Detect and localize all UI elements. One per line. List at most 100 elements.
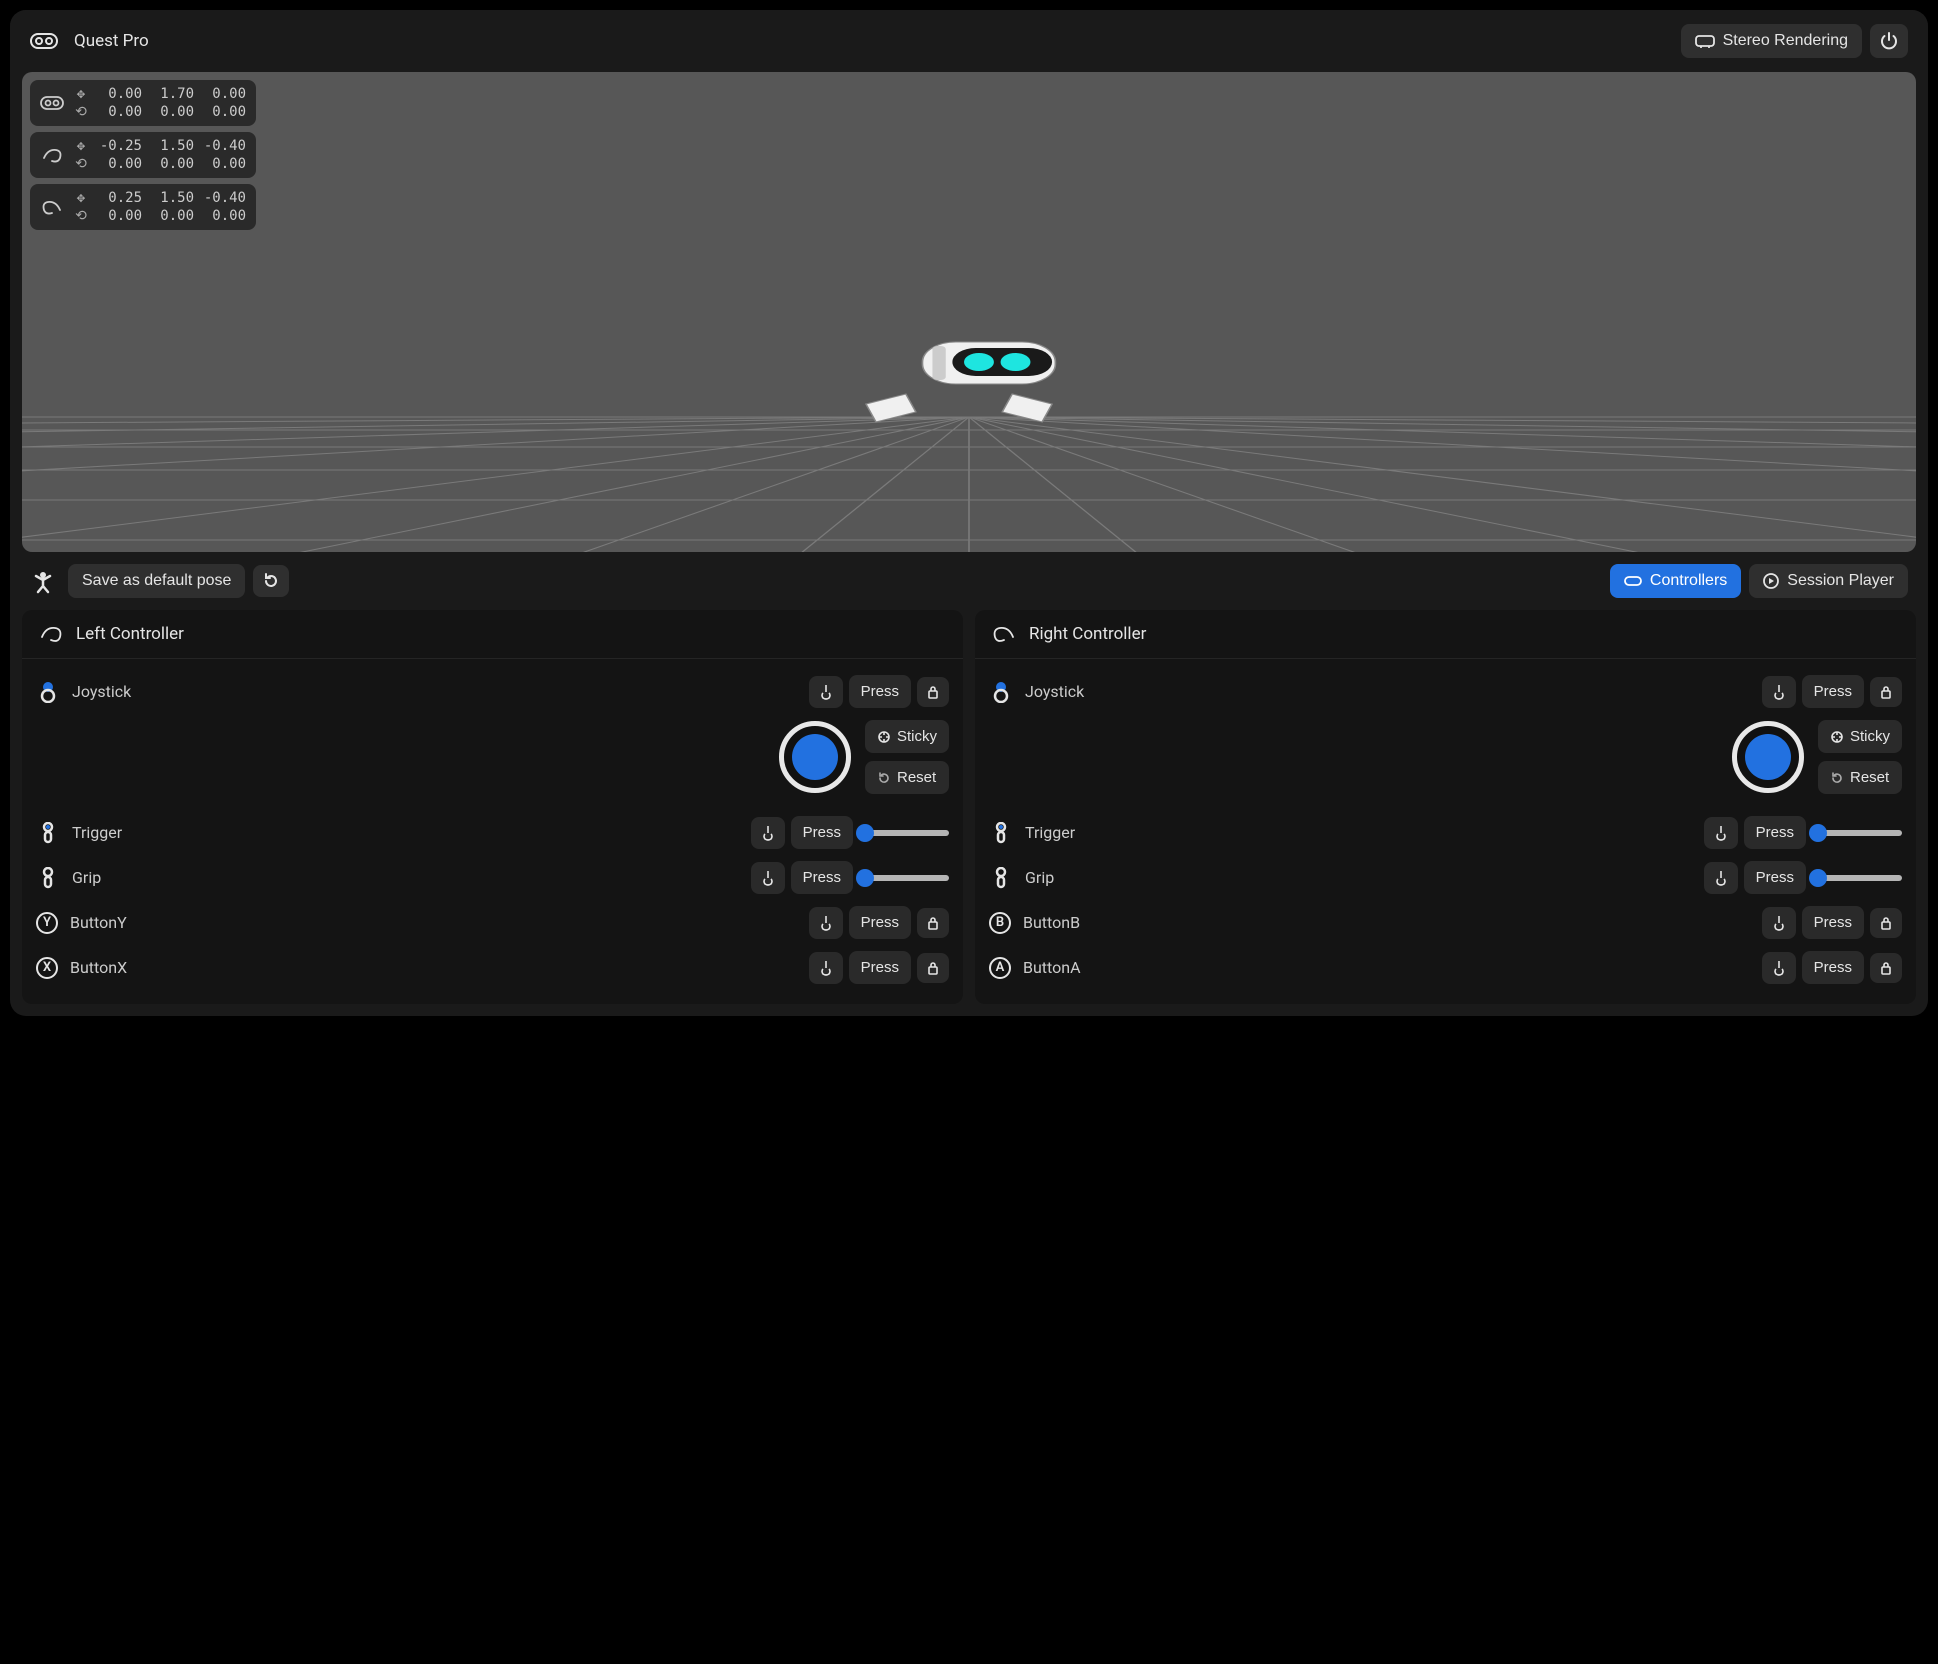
reset-icon <box>877 771 891 785</box>
overlay-right-controller[interactable]: ✥ 0.25 1.50 -0.40 ⟲ 0.00 0.00 0.00 <box>30 184 256 230</box>
touch-toggle-button[interactable] <box>809 952 843 984</box>
press-button[interactable]: Press <box>1802 906 1864 939</box>
trigger-slider[interactable] <box>1812 830 1902 836</box>
left-controller-icon <box>38 624 64 644</box>
panel-title: Left Controller <box>76 624 184 644</box>
power-icon <box>1880 32 1898 50</box>
touch-icon <box>1772 915 1786 931</box>
touch-icon <box>819 684 833 700</box>
sticky-button[interactable]: Sticky <box>865 720 949 753</box>
grip-slider[interactable] <box>1812 875 1902 881</box>
grip-icon <box>989 867 1013 889</box>
lock-button[interactable] <box>917 953 949 983</box>
headset-icon <box>30 31 58 51</box>
joystick-pad[interactable] <box>1732 721 1804 793</box>
stereo-rendering-button[interactable]: Stereo Rendering <box>1681 24 1862 58</box>
sticky-button[interactable]: Sticky <box>1818 720 1902 753</box>
header: Quest Pro Stereo Rendering <box>10 10 1928 72</box>
lock-icon <box>1880 916 1892 930</box>
tab-session-player[interactable]: Session Player <box>1749 564 1908 598</box>
reset-icon <box>1830 771 1844 785</box>
press-button[interactable]: Press <box>849 906 911 939</box>
stereo-icon <box>1695 33 1715 49</box>
press-button[interactable]: Press <box>791 861 853 894</box>
touch-toggle-button[interactable] <box>1762 952 1796 984</box>
button-letter: A <box>989 957 1011 979</box>
page-title: Quest Pro <box>74 31 149 51</box>
overlay-headset[interactable]: ✥ 0.00 1.70 0.00 ⟲ 0.00 0.00 0.00 <box>30 80 256 126</box>
lock-icon <box>927 961 939 975</box>
press-button[interactable]: Press <box>1802 675 1864 708</box>
pin-icon <box>877 730 891 744</box>
panel-title: Right Controller <box>1029 624 1146 644</box>
rotate-icon: ⟲ <box>72 104 90 120</box>
grip-slider[interactable] <box>859 875 949 881</box>
touch-toggle-button[interactable] <box>809 907 843 939</box>
trigger-icon <box>36 822 60 844</box>
rotate-icon: ⟲ <box>72 156 90 172</box>
power-button[interactable] <box>1870 24 1908 58</box>
joystick-pad[interactable] <box>779 721 851 793</box>
press-button[interactable]: Press <box>849 675 911 708</box>
lock-button[interactable] <box>917 908 949 938</box>
reset-icon <box>263 573 279 589</box>
touch-toggle-button[interactable] <box>1704 862 1738 894</box>
tab-controllers[interactable]: Controllers <box>1610 564 1741 598</box>
joystick-thumb[interactable] <box>792 734 838 780</box>
reset-joystick-button[interactable]: Reset <box>865 761 949 794</box>
left-controller-panel: Left Controller Joystick <box>22 610 963 1004</box>
touch-icon <box>819 915 833 931</box>
trigger-icon <box>989 822 1013 844</box>
touch-toggle-button[interactable] <box>751 817 785 849</box>
button-letter: Y <box>36 912 58 934</box>
pin-icon <box>1830 730 1844 744</box>
touch-icon <box>761 825 775 841</box>
right-controller-icon <box>36 198 68 216</box>
rotate-icon: ⟲ <box>72 208 90 224</box>
grip-icon <box>36 867 60 889</box>
lock-button[interactable] <box>917 677 949 707</box>
left-controller-icon <box>36 146 68 164</box>
lock-button[interactable] <box>1870 953 1902 983</box>
lock-icon <box>1880 961 1892 975</box>
press-button[interactable]: Press <box>1802 951 1864 984</box>
touch-toggle-button[interactable] <box>1762 676 1796 708</box>
lock-icon <box>927 685 939 699</box>
pose-icon <box>30 568 56 594</box>
reset-pose-button[interactable] <box>253 565 289 597</box>
play-circle-icon <box>1763 573 1779 589</box>
touch-icon <box>1714 870 1728 886</box>
button-letter: B <box>989 912 1011 934</box>
lock-button[interactable] <box>1870 677 1902 707</box>
gamepad-icon <box>1624 574 1642 588</box>
reset-joystick-button[interactable]: Reset <box>1818 761 1902 794</box>
press-button[interactable]: Press <box>1744 861 1806 894</box>
toolbar: Save as default pose Controllers <box>10 552 1928 610</box>
joystick-thumb[interactable] <box>1745 734 1791 780</box>
touch-toggle-button[interactable] <box>751 862 785 894</box>
move-icon: ✥ <box>72 86 90 102</box>
press-button[interactable]: Press <box>791 816 853 849</box>
overlay-left-controller[interactable]: ✥ -0.25 1.50 -0.40 ⟲ 0.00 0.00 0.00 <box>30 132 256 178</box>
press-button[interactable]: Press <box>1744 816 1806 849</box>
touch-icon <box>1772 684 1786 700</box>
move-icon: ✥ <box>72 190 90 206</box>
avatar-headset <box>922 342 1055 384</box>
right-controller-panel: Right Controller Joystick Press <box>975 610 1916 1004</box>
touch-icon <box>819 960 833 976</box>
joystick-icon <box>36 681 60 703</box>
save-default-pose-button[interactable]: Save as default pose <box>68 564 245 598</box>
touch-toggle-button[interactable] <box>1762 907 1796 939</box>
button-letter: X <box>36 957 58 979</box>
trigger-slider[interactable] <box>859 830 949 836</box>
touch-toggle-button[interactable] <box>809 676 843 708</box>
joystick-icon <box>989 681 1013 703</box>
viewport-3d[interactable]: ✥ 0.00 1.70 0.00 ⟲ 0.00 0.00 0.00 <box>22 72 1916 552</box>
headset-icon <box>36 94 68 112</box>
touch-icon <box>1772 960 1786 976</box>
lock-icon <box>927 916 939 930</box>
lock-button[interactable] <box>1870 908 1902 938</box>
press-button[interactable]: Press <box>849 951 911 984</box>
touch-toggle-button[interactable] <box>1704 817 1738 849</box>
right-controller-icon <box>991 624 1017 644</box>
